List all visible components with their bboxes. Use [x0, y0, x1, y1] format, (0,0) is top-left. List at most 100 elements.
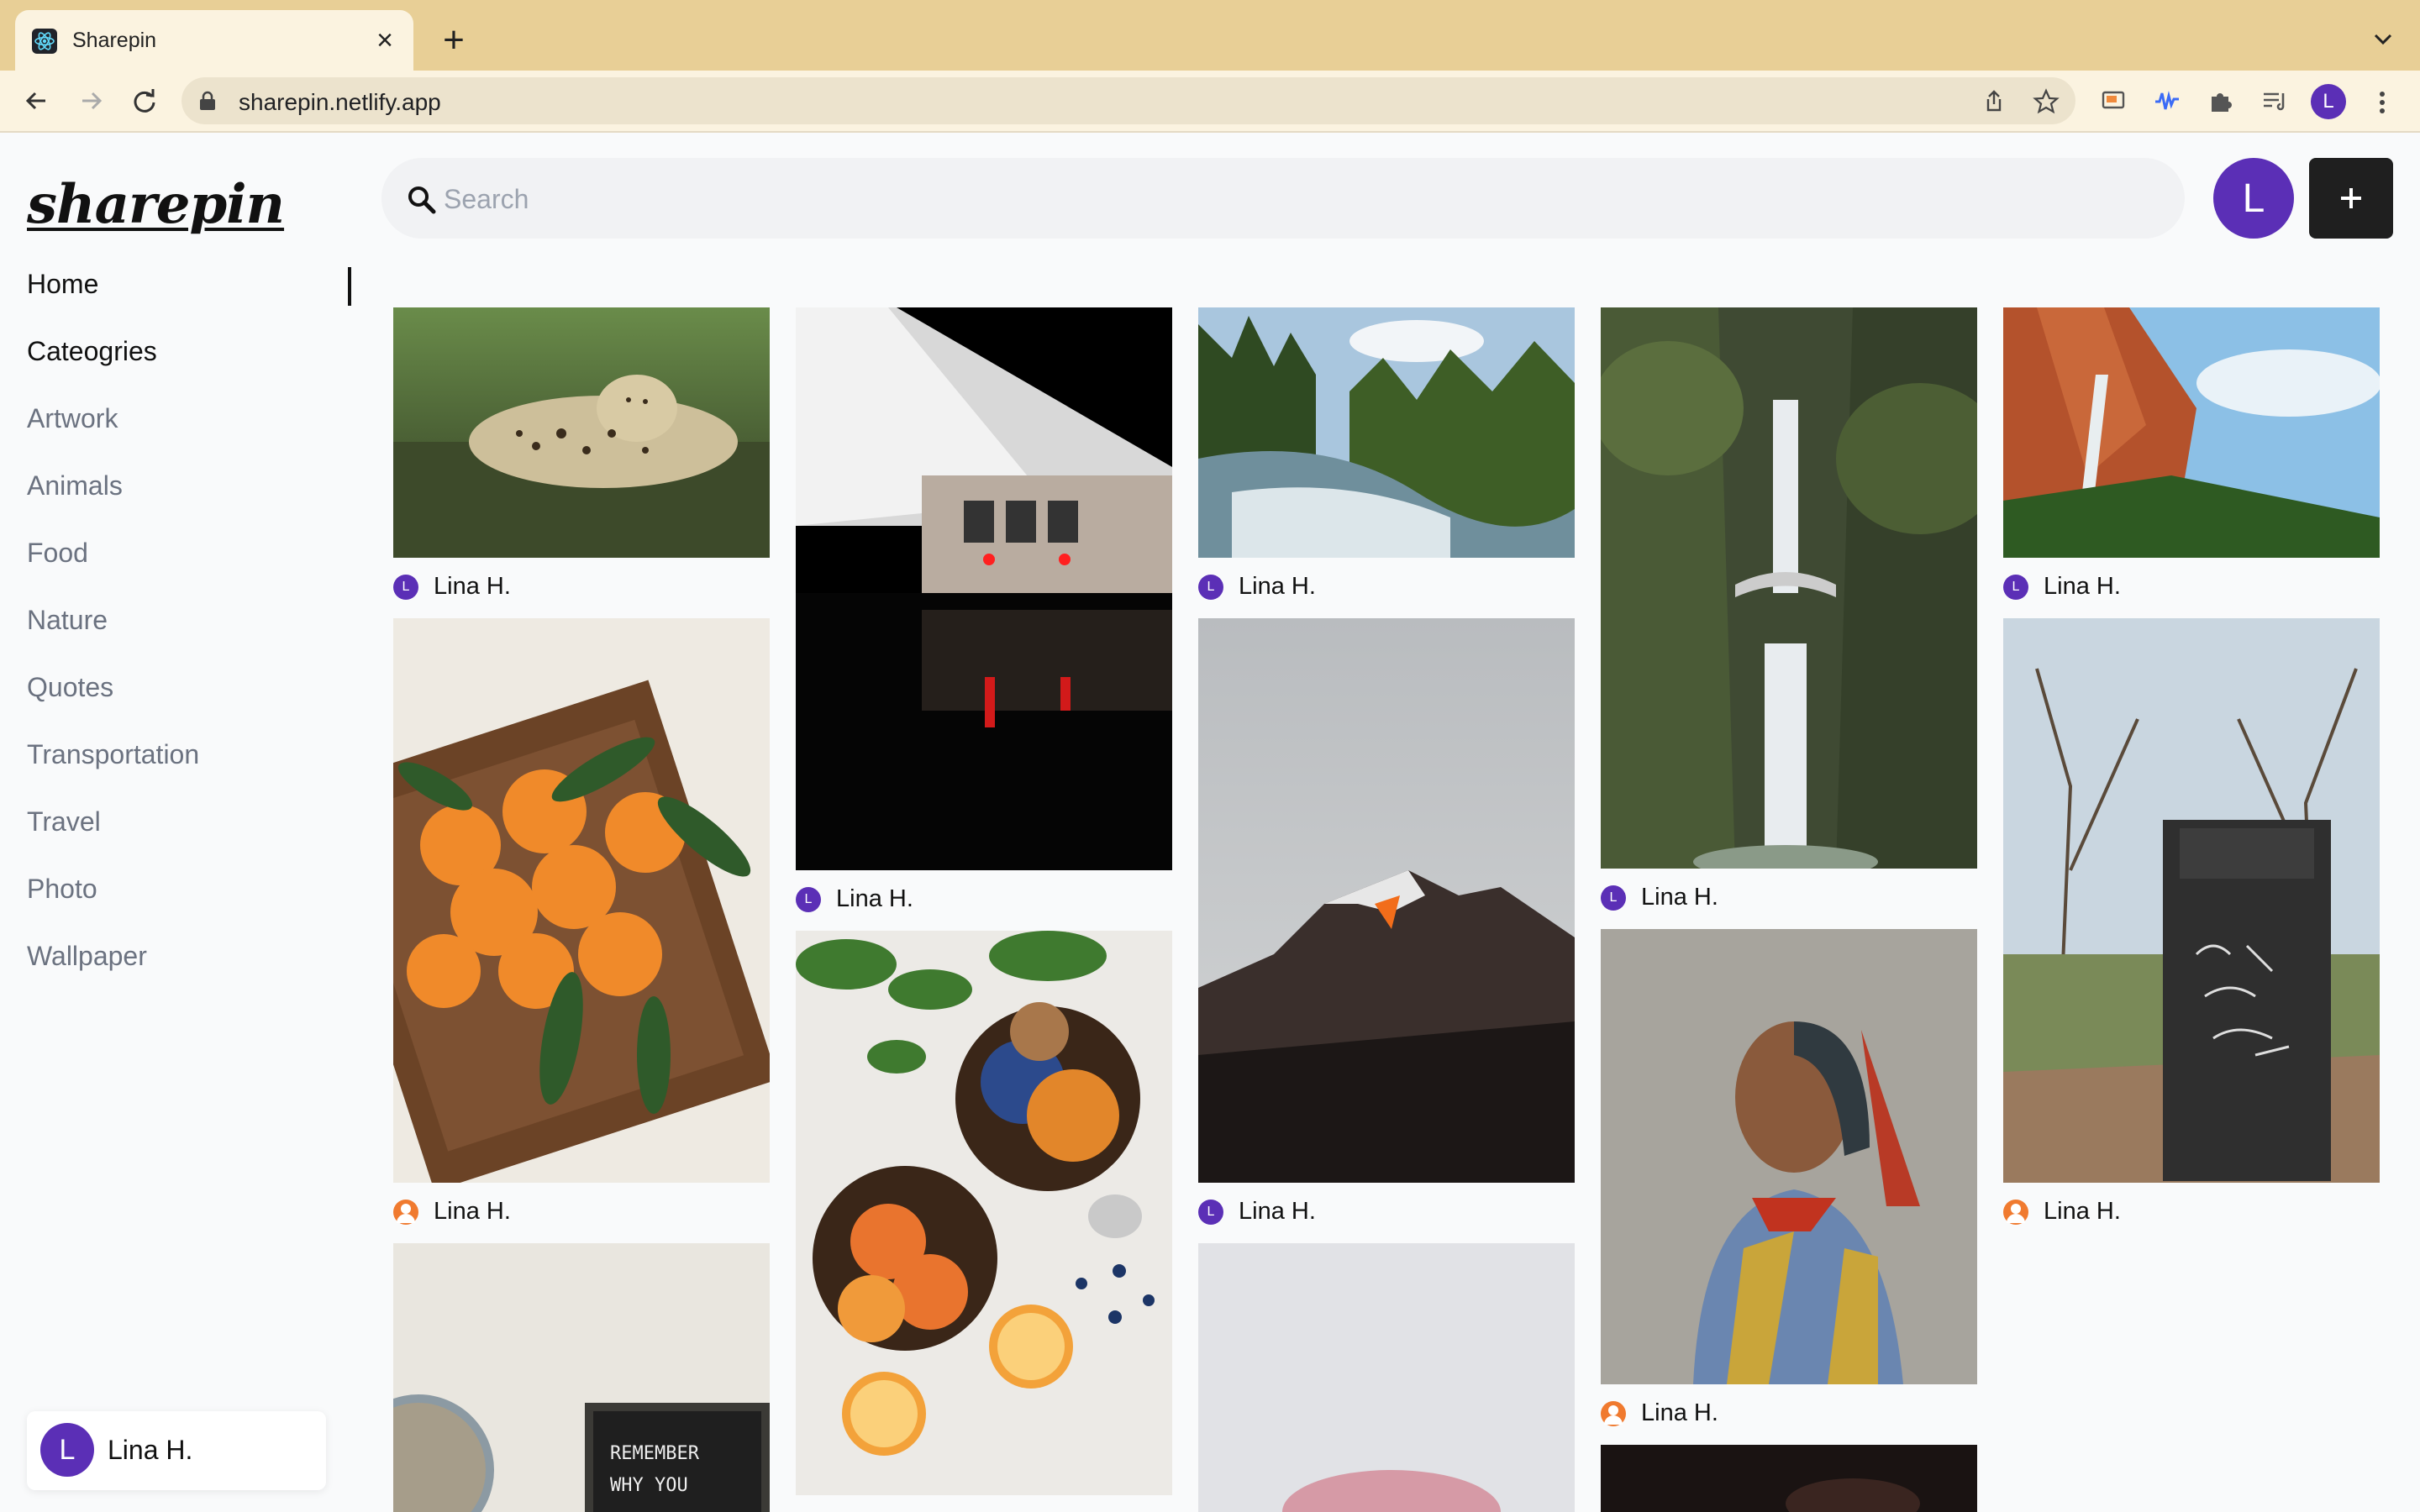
new-tab-icon[interactable]: +	[432, 18, 476, 62]
pin-image-waterfall[interactable]	[1601, 307, 1977, 869]
audio-wave-extension-icon[interactable]	[2153, 87, 2181, 115]
lock-icon	[198, 91, 217, 111]
pin-author-name[interactable]: Lina H.	[2044, 573, 2121, 601]
sharepin-page: sharepin Home Cateogries Artwork Animals…	[0, 133, 2420, 1512]
share-icon[interactable]	[1980, 87, 2008, 116]
pin-image-portrait[interactable]	[1601, 929, 1977, 1384]
pin-image-letterboard[interactable]: REMEMBER WHY YOU	[393, 1243, 770, 1512]
pin-author-name[interactable]: Lina H.	[1239, 573, 1316, 601]
pin-meta: Lina H.	[2003, 1194, 2380, 1228]
pin-card[interactable]	[1198, 1243, 1575, 1512]
pin-author-name[interactable]: Lina H.	[2044, 1198, 2121, 1226]
back-arrow-icon[interactable]	[18, 82, 55, 119]
pin-author-photo-avatar[interactable]	[393, 1200, 418, 1225]
url-text: sharepin.netlify.app	[239, 89, 441, 115]
pin-card[interactable]: L Lina H.	[1198, 307, 1575, 603]
react-favicon-icon	[32, 29, 57, 54]
pin-card[interactable]	[1601, 1445, 1977, 1512]
pin-card[interactable]: REMEMBER WHY YOU	[393, 1243, 770, 1512]
pin-meta: Lina H.	[1601, 1396, 1977, 1430]
pin-card[interactable]	[796, 931, 1172, 1495]
letterboard-line: WHY YOU	[610, 1475, 688, 1496]
plus-icon	[2341, 188, 2361, 208]
pin-image-train[interactable]	[796, 307, 1172, 870]
pin-meta: Lina H.	[393, 1194, 770, 1228]
pin-image-pink-blur[interactable]	[1198, 1243, 1575, 1512]
pin-author-photo-avatar[interactable]	[1601, 1401, 1626, 1426]
avatar: L	[40, 1423, 94, 1477]
cast-icon[interactable]	[2099, 87, 2128, 115]
pin-card[interactable]: L Lina H.	[796, 307, 1172, 916]
reading-list-icon[interactable]	[2260, 87, 2289, 115]
pin-author-name[interactable]: Lina H.	[434, 1198, 511, 1226]
browser-tab[interactable]: Sharepin ×	[15, 10, 413, 71]
pin-card[interactable]: L Lina H.	[2003, 307, 2380, 603]
sidebar-item-artwork[interactable]: Artwork	[27, 403, 118, 434]
pin-author-avatar[interactable]: L	[796, 887, 821, 912]
close-tab-icon[interactable]: ×	[366, 22, 403, 59]
tab-search-chevron-icon[interactable]	[2366, 22, 2400, 55]
main-content: L L Lina H.	[351, 133, 2420, 1512]
pin-author-name[interactable]: Lina H.	[1641, 1399, 1718, 1427]
pin-card[interactable]: Lina H.	[1601, 929, 1977, 1430]
pin-meta: L Lina H.	[393, 570, 770, 603]
pin-card[interactable]: L Lina H.	[1198, 618, 1575, 1228]
pin-author-name[interactable]: Lina H.	[1641, 884, 1718, 911]
pin-author-avatar[interactable]: L	[1198, 1200, 1223, 1225]
pin-author-name[interactable]: Lina H.	[836, 885, 913, 913]
pin-image-mountain[interactable]	[1198, 618, 1575, 1183]
pin-author-avatar[interactable]: L	[1601, 885, 1626, 911]
sidebar: sharepin Home Cateogries Artwork Animals…	[0, 133, 351, 1512]
pin-card[interactable]: L Lina H.	[1601, 307, 1977, 914]
sidebar-item-transportation[interactable]: Transportation	[27, 739, 199, 770]
user-name: Lina H.	[108, 1435, 193, 1465]
sidebar-item-photo[interactable]: Photo	[27, 874, 97, 905]
browser-profile-avatar[interactable]: L	[2311, 84, 2346, 119]
pin-author-photo-avatar[interactable]	[2003, 1200, 2028, 1225]
pin-image-dark[interactable]	[1601, 1445, 1977, 1512]
create-pin-button[interactable]	[2309, 158, 2393, 239]
browser-tab-strip: Sharepin × +	[0, 0, 2420, 71]
pin-image-oranges[interactable]	[393, 618, 770, 1183]
browser-toolbar: sharepin.netlify.app L	[0, 71, 2420, 133]
sidebar-item-wallpaper[interactable]: Wallpaper	[27, 941, 147, 972]
pin-image-red-cliff[interactable]	[2003, 307, 2380, 558]
header-avatar[interactable]: L	[2213, 158, 2294, 239]
search-input[interactable]	[442, 176, 2042, 222]
pin-image-chalkboard-sign[interactable]	[2003, 618, 2380, 1183]
pin-image-leopard[interactable]	[393, 307, 770, 558]
address-bar[interactable]: sharepin.netlify.app	[182, 77, 2075, 124]
pin-author-avatar[interactable]: L	[1198, 575, 1223, 600]
pin-meta: L Lina H.	[1601, 880, 1977, 914]
pin-author-avatar[interactable]: L	[393, 575, 418, 600]
sidebar-item-quotes[interactable]: Quotes	[27, 672, 113, 703]
browser-menu-icon[interactable]	[2370, 86, 2395, 119]
user-profile-card[interactable]: L Lina H.	[27, 1411, 326, 1490]
sharepin-logo[interactable]: sharepin	[27, 173, 285, 236]
pin-meta: L Lina H.	[796, 882, 1172, 916]
sidebar-item-animals[interactable]: Animals	[27, 470, 123, 501]
pin-card[interactable]: L Lina H.	[393, 307, 770, 603]
sidebar-item-nature[interactable]: Nature	[27, 605, 108, 636]
pin-author-avatar[interactable]: L	[2003, 575, 2028, 600]
forward-arrow-icon[interactable]	[72, 82, 109, 119]
search-icon	[407, 185, 437, 215]
pin-card[interactable]: Lina H.	[2003, 618, 2380, 1228]
pin-card[interactable]: Lina H.	[393, 618, 770, 1228]
sidebar-item-travel[interactable]: Travel	[27, 806, 101, 837]
bookmark-star-icon[interactable]	[2032, 87, 2060, 116]
extensions-puzzle-icon[interactable]	[2207, 87, 2235, 115]
pin-author-name[interactable]: Lina H.	[1239, 1198, 1316, 1226]
sidebar-item-home[interactable]: Home	[27, 269, 98, 300]
pin-image-fruit-bowl[interactable]	[796, 931, 1172, 1495]
pin-image-river[interactable]	[1198, 307, 1575, 558]
reload-icon[interactable]	[126, 82, 163, 119]
pin-author-name[interactable]: Lina H.	[434, 573, 511, 601]
letterboard-line: REMEMBER	[610, 1443, 699, 1464]
search-bar[interactable]	[381, 158, 2185, 239]
tab-title: Sharepin	[72, 29, 157, 52]
sidebar-heading-categories: Cateogries	[27, 336, 157, 366]
pin-meta: L Lina H.	[1198, 570, 1575, 603]
pin-meta: L Lina H.	[1198, 1194, 1575, 1228]
sidebar-item-food[interactable]: Food	[27, 538, 88, 569]
